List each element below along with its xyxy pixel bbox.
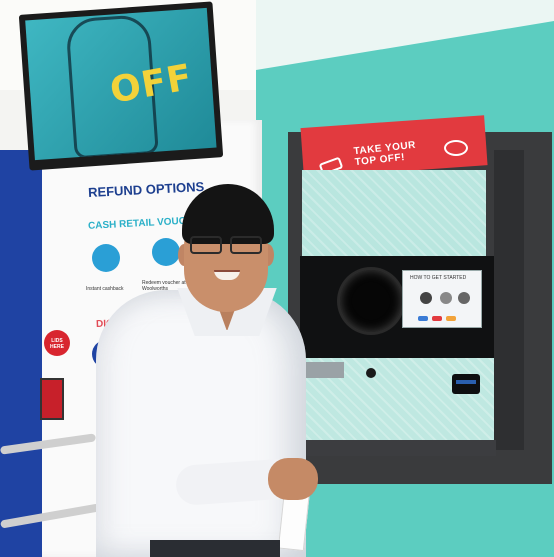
- lids-badge: LIDS HERE: [44, 330, 70, 356]
- card-reader[interactable]: [452, 374, 480, 394]
- man-hand: [268, 458, 318, 500]
- lid-collection-box: [40, 378, 64, 420]
- screen-step-3-icon: [458, 292, 470, 304]
- screen-button-2[interactable]: [432, 316, 442, 321]
- screen-button-1[interactable]: [418, 316, 428, 321]
- card-slot: [456, 380, 476, 384]
- man-trousers: [150, 540, 280, 557]
- cashback-icon: [92, 244, 120, 272]
- wall-tv: OFF: [18, 1, 224, 171]
- logo-icon: [444, 140, 468, 156]
- machine-upper-tile: [302, 170, 486, 258]
- machine-side: [494, 150, 524, 450]
- glasses-lens-left: [190, 236, 222, 254]
- screen-step-1-icon: [420, 292, 432, 304]
- lids-badge-text: LIDS HERE: [50, 338, 64, 350]
- glasses: [188, 236, 268, 254]
- blue-wall: [0, 150, 44, 557]
- option-1-caption: Instant cashback: [86, 286, 124, 292]
- bottle-insert-opening[interactable]: [340, 270, 402, 332]
- voucher-icon: [152, 238, 180, 266]
- glasses-lens-right: [230, 236, 262, 254]
- photo-scene: OFF REFUND OPTIONS CASH RETAIL VOUCHE In…: [0, 0, 554, 557]
- screen-step-2-icon: [440, 292, 452, 304]
- screen-title: HOW TO GET STARTED: [410, 275, 467, 281]
- sensor-dot: [366, 368, 376, 378]
- label-plate: [306, 362, 344, 378]
- machine-bottom-frame: [298, 440, 496, 456]
- tv-screen: OFF: [25, 7, 217, 161]
- screen-button-3[interactable]: [446, 316, 456, 321]
